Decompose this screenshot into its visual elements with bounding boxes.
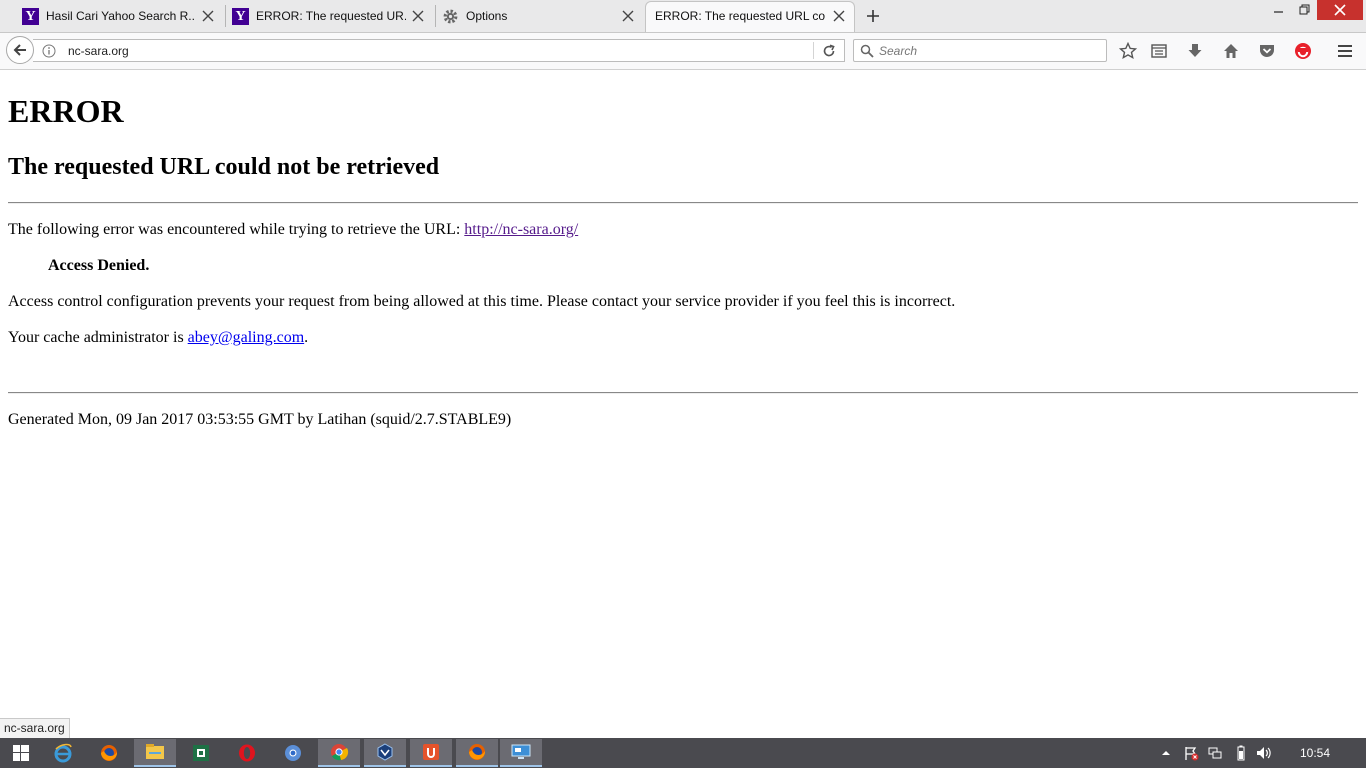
taskbar-clock[interactable]: 10:54 — [1300, 746, 1330, 760]
action-center-flag-icon[interactable] — [1183, 745, 1199, 761]
navigation-toolbar: nc-sara.org Search — [0, 33, 1366, 70]
info-icon[interactable] — [42, 44, 56, 58]
tab-yahoo-search[interactable]: Y Hasil Cari Yahoo Search R... — [0, 2, 224, 30]
tab-label: Options — [466, 9, 508, 23]
footer-text: Generated Mon, 09 Jan 2017 03:53:55 GMT … — [8, 411, 512, 428]
admin-paragraph: Your cache administrator is abey@galing.… — [8, 329, 308, 347]
tab-label: Hasil Cari Yahoo Search R... — [46, 9, 196, 23]
explanation-paragraph: Access control configuration prevents yo… — [8, 293, 956, 310]
url-link[interactable]: http://nc-sara.org/ — [464, 221, 578, 238]
intro-text: The following error was encountered whil… — [8, 221, 465, 238]
taskbar-virtualbox[interactable] — [364, 739, 406, 767]
gear-icon — [443, 9, 458, 24]
firefox-icon — [469, 744, 486, 760]
error-subtitle: The requested URL could not be retrieved — [8, 154, 440, 180]
url-divider — [813, 42, 814, 59]
back-arrow-icon — [13, 44, 26, 56]
taskbar-excel[interactable] — [180, 739, 222, 767]
chrome-icon — [331, 744, 349, 761]
reload-icon[interactable] — [821, 43, 837, 59]
status-link-preview: nc-sara.org — [0, 718, 70, 740]
remote-desktop-icon — [511, 744, 531, 759]
extension-red-icon[interactable] — [1294, 42, 1312, 60]
close-icon[interactable] — [833, 10, 845, 22]
yahoo-icon: Y — [232, 8, 249, 25]
intro-paragraph: The following error was encountered whil… — [8, 221, 578, 239]
back-button[interactable] — [6, 36, 34, 64]
page-content: ERROR The requested URL could not be ret… — [0, 70, 1366, 738]
network-icon[interactable] — [1207, 745, 1223, 761]
battery-icon[interactable] — [1233, 745, 1249, 761]
taskbar: 10:54 — [0, 738, 1366, 768]
divider — [8, 392, 1358, 394]
tab-options[interactable]: Options — [420, 2, 644, 30]
taskbar-chromium[interactable] — [272, 739, 314, 767]
volume-icon[interactable] — [1255, 745, 1271, 761]
chromium-icon — [285, 745, 301, 761]
taskbar-remote-desktop[interactable] — [500, 739, 542, 767]
start-button[interactable] — [0, 739, 42, 767]
window-close-icon[interactable] — [1317, 0, 1363, 22]
admin-email-link[interactable]: abey@galing.com — [188, 329, 304, 346]
taskbar-ie[interactable] — [42, 739, 84, 767]
ie-icon — [54, 743, 72, 763]
bookmarks-menu-icon[interactable] — [1150, 42, 1168, 60]
tab-label: ERROR: The requested URL co... — [655, 9, 825, 23]
url-text[interactable]: nc-sara.org — [68, 44, 129, 58]
firefox-icon — [101, 745, 118, 761]
tab-error-active[interactable]: ERROR: The requested URL co... — [645, 1, 855, 32]
excel-icon — [193, 745, 209, 761]
virtualbox-icon — [377, 743, 393, 761]
taskbar-uc-browser[interactable] — [410, 739, 452, 767]
divider — [8, 202, 1358, 204]
taskbar-file-explorer[interactable] — [134, 739, 176, 767]
bookmark-star-icon[interactable] — [1119, 42, 1137, 60]
uc-browser-icon — [423, 744, 439, 760]
tray-expand-icon[interactable] — [1158, 745, 1174, 761]
error-title: ERROR — [8, 93, 124, 129]
search-input[interactable]: Search — [879, 44, 917, 58]
start-icon — [13, 745, 29, 761]
pocket-icon[interactable] — [1258, 42, 1276, 60]
admin-prefix: Your cache administrator is — [8, 329, 188, 346]
file-explorer-icon — [146, 744, 164, 759]
close-icon[interactable] — [622, 10, 634, 22]
search-icon — [860, 44, 874, 58]
search-bar[interactable]: Search — [853, 39, 1107, 62]
download-icon[interactable] — [1186, 42, 1204, 60]
new-tab-plus-icon[interactable] — [864, 7, 882, 25]
hamburger-menu-icon[interactable] — [1336, 42, 1354, 60]
taskbar-firefox-running[interactable] — [456, 739, 498, 767]
taskbar-chrome[interactable] — [318, 739, 360, 767]
tab-error-1[interactable]: Y ERROR: The requested UR... — [210, 2, 434, 30]
home-icon[interactable] — [1222, 42, 1240, 60]
taskbar-opera[interactable] — [226, 739, 268, 767]
taskbar-firefox-pinned[interactable] — [88, 739, 130, 767]
yahoo-icon: Y — [22, 8, 39, 25]
url-bar[interactable]: nc-sara.org — [33, 39, 845, 62]
restore-icon[interactable] — [1290, 0, 1320, 22]
opera-icon — [239, 744, 255, 762]
tab-label: ERROR: The requested UR... — [256, 9, 406, 23]
tab-strip: Y Hasil Cari Yahoo Search R... Y ERROR: … — [0, 0, 1366, 33]
admin-suffix: . — [304, 329, 309, 346]
access-denied-text: Access Denied. — [48, 257, 150, 274]
